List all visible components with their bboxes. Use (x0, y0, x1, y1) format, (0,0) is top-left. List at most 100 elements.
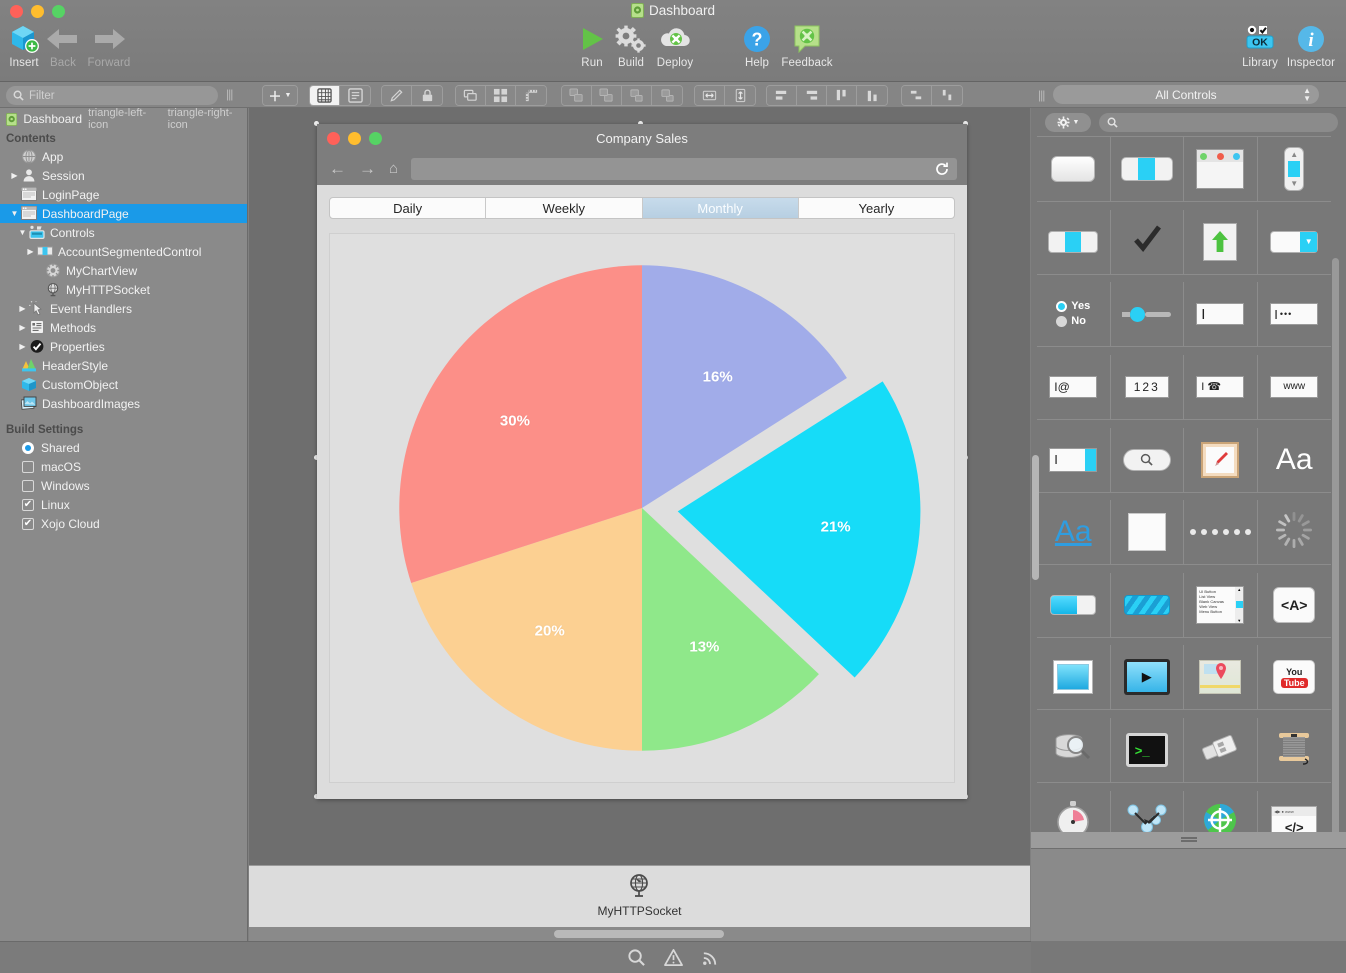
library-control-cell[interactable]: 123 (1110, 354, 1184, 420)
navigator-item-app[interactable]: App (0, 147, 247, 166)
library-control-cell[interactable] (1257, 718, 1331, 784)
library-control-cell[interactable] (1184, 645, 1258, 711)
distribute-horizontal-icon[interactable] (902, 86, 932, 105)
distribute-vertical-icon[interactable] (932, 86, 962, 105)
match-width-icon[interactable] (695, 86, 725, 105)
segment-yearly[interactable]: Yearly (799, 198, 954, 218)
segment-daily[interactable]: Daily (330, 198, 487, 218)
twisty-expanded-icon[interactable]: ▼ (16, 228, 29, 237)
navigator-item-accountsegmentedcontrol[interactable]: ▶ AccountSegmentedControl (0, 242, 247, 261)
library-control-cell[interactable]: Yes No (1037, 282, 1111, 348)
order-tools-group[interactable] (561, 85, 683, 106)
library-control-cell[interactable] (1037, 209, 1111, 275)
ruler-icon[interactable] (516, 86, 546, 105)
library-control-cell[interactable] (1257, 500, 1331, 566)
filter-search-box[interactable] (6, 86, 218, 105)
layout-editor-canvas[interactable]: Company Sales ← → ⌂ Daily Weekly Monthly Ye… (249, 108, 1030, 865)
library-control-cell[interactable]: Aa (1257, 428, 1331, 493)
navigator-item-loginpage[interactable]: LoginPage (0, 185, 247, 204)
edit-lock-group[interactable] (381, 85, 443, 106)
library-control-cell[interactable]: <A> (1257, 573, 1331, 638)
arrow-left-icon[interactable]: ← (329, 160, 346, 177)
library-control-cell[interactable] (1110, 137, 1184, 202)
twisty-expanded-icon[interactable]: ▼ (8, 209, 21, 218)
reload-icon[interactable] (934, 161, 950, 177)
library-control-cell[interactable]: You Tube (1257, 645, 1331, 711)
align-left-icon[interactable] (767, 86, 797, 105)
distribute-tools-group[interactable] (901, 85, 963, 106)
align-bottom-icon[interactable] (857, 86, 887, 105)
grid-view-icon[interactable] (310, 86, 340, 105)
segment-weekly[interactable]: Weekly (486, 198, 643, 218)
navigator-forward-button[interactable]: triangle-right-icon (168, 108, 241, 131)
build-target-xojo-cloud[interactable]: ✔ Xojo Cloud (0, 514, 247, 533)
align-right-icon[interactable] (797, 86, 827, 105)
library-control-cell[interactable] (1110, 209, 1184, 275)
build-target-windows[interactable]: Windows (0, 476, 247, 495)
library-control-cell[interactable]: ▼ (1257, 210, 1331, 275)
library-footer-grip[interactable] (1031, 832, 1346, 848)
size-tools-group[interactable] (694, 85, 756, 106)
canvas-vertical-scrollbar[interactable] (1032, 455, 1039, 580)
library-control-cell[interactable]: I ••• (1257, 282, 1331, 348)
library-gear-button[interactable]: ▼ (1045, 112, 1091, 132)
warning-triangle-icon[interactable] (663, 948, 683, 967)
library-control-cell[interactable]: Aa (1037, 500, 1111, 566)
library-control-cell[interactable]: I (1037, 427, 1111, 493)
library-control-cell[interactable] (1110, 572, 1184, 638)
send-backward-icon[interactable] (652, 86, 682, 105)
library-control-cell[interactable] (1110, 500, 1184, 566)
scrollbar-thumb[interactable] (554, 930, 724, 938)
view-mode-group[interactable] (309, 85, 371, 106)
checkbox-checked-icon[interactable]: ✔ (22, 498, 34, 511)
lock-icon[interactable] (412, 86, 442, 105)
toolbar-deploy-button[interactable]: Deploy (645, 22, 705, 69)
twisty-collapsed-icon[interactable]: ▶ (16, 304, 29, 313)
build-target-macos[interactable]: macOS (0, 457, 247, 476)
duplicate-icon[interactable] (456, 86, 486, 105)
library-control-cell[interactable]: >_ (1110, 718, 1184, 784)
library-control-cell[interactable]: UI Button List View Blank Canvas Web View Me… (1184, 572, 1258, 638)
library-category-select[interactable]: All Controls ▲ ▼ (1053, 85, 1319, 104)
navigator-item-controls[interactable]: ▼ Controls (0, 223, 247, 242)
add-plus-icon[interactable]: ＋ ▼ (263, 86, 297, 105)
toolbar-feedback-button[interactable]: Feedback (777, 22, 837, 69)
match-height-icon[interactable] (725, 86, 755, 105)
navigator-item-myhttpsocket[interactable]: MyHTTPSocket (0, 280, 247, 299)
web-page-preview[interactable]: Company Sales ← → ⌂ Daily Weekly Monthly Ye… (317, 124, 967, 799)
checkbox-unchecked-icon[interactable] (22, 460, 34, 473)
align-top-icon[interactable] (827, 86, 857, 105)
twisty-collapsed-icon[interactable]: ▶ (16, 323, 29, 332)
library-resize-grip[interactable]: ||| (1038, 88, 1045, 102)
build-target-shared[interactable]: Shared (0, 438, 247, 457)
twisty-collapsed-icon[interactable]: ▶ (16, 342, 29, 351)
library-control-cell[interactable]: www (1257, 355, 1331, 420)
library-control-cell[interactable]: I (1184, 282, 1258, 348)
twisty-collapsed-icon[interactable]: ▶ (8, 171, 21, 180)
library-control-cell[interactable] (1184, 137, 1258, 202)
account-segmented-control[interactable]: Daily Weekly Monthly Yearly (329, 197, 955, 219)
radio-selected-icon[interactable] (22, 441, 34, 454)
scrollbar-thumb[interactable] (1332, 258, 1339, 918)
navigator-item-headerstyle[interactable]: HeaderStyle (0, 356, 247, 375)
toolbar-forward-button[interactable]: Forward (79, 22, 139, 69)
library-control-cell[interactable] (1184, 718, 1258, 784)
preview-url-bar[interactable] (411, 157, 957, 180)
filter-input[interactable] (29, 89, 189, 102)
library-control-cell[interactable] (1037, 572, 1111, 638)
library-control-cell[interactable] (1037, 718, 1111, 784)
navigator-item-mychartview[interactable]: MyChartView (0, 261, 247, 280)
library-control-cell[interactable]: ▶ (1110, 645, 1184, 711)
library-control-cell[interactable]: I ☎ (1184, 354, 1258, 420)
twisty-collapsed-icon[interactable]: ▶ (24, 247, 37, 256)
navigator-back-button[interactable]: triangle-left-icon (88, 108, 156, 131)
navigator-item-event-handlers[interactable]: ▶ Event Handlers (0, 299, 247, 318)
library-control-cell[interactable] (1037, 645, 1111, 711)
navigator-item-methods[interactable]: ▶ Methods (0, 318, 247, 337)
bring-front-icon[interactable] (562, 86, 592, 105)
library-control-cell[interactable]: ▲ ▼ (1257, 137, 1331, 202)
library-control-cell[interactable] (1110, 282, 1184, 348)
library-control-cell[interactable] (1184, 209, 1258, 275)
library-control-cell[interactable] (1110, 427, 1184, 493)
checkbox-unchecked-icon[interactable] (22, 479, 34, 492)
